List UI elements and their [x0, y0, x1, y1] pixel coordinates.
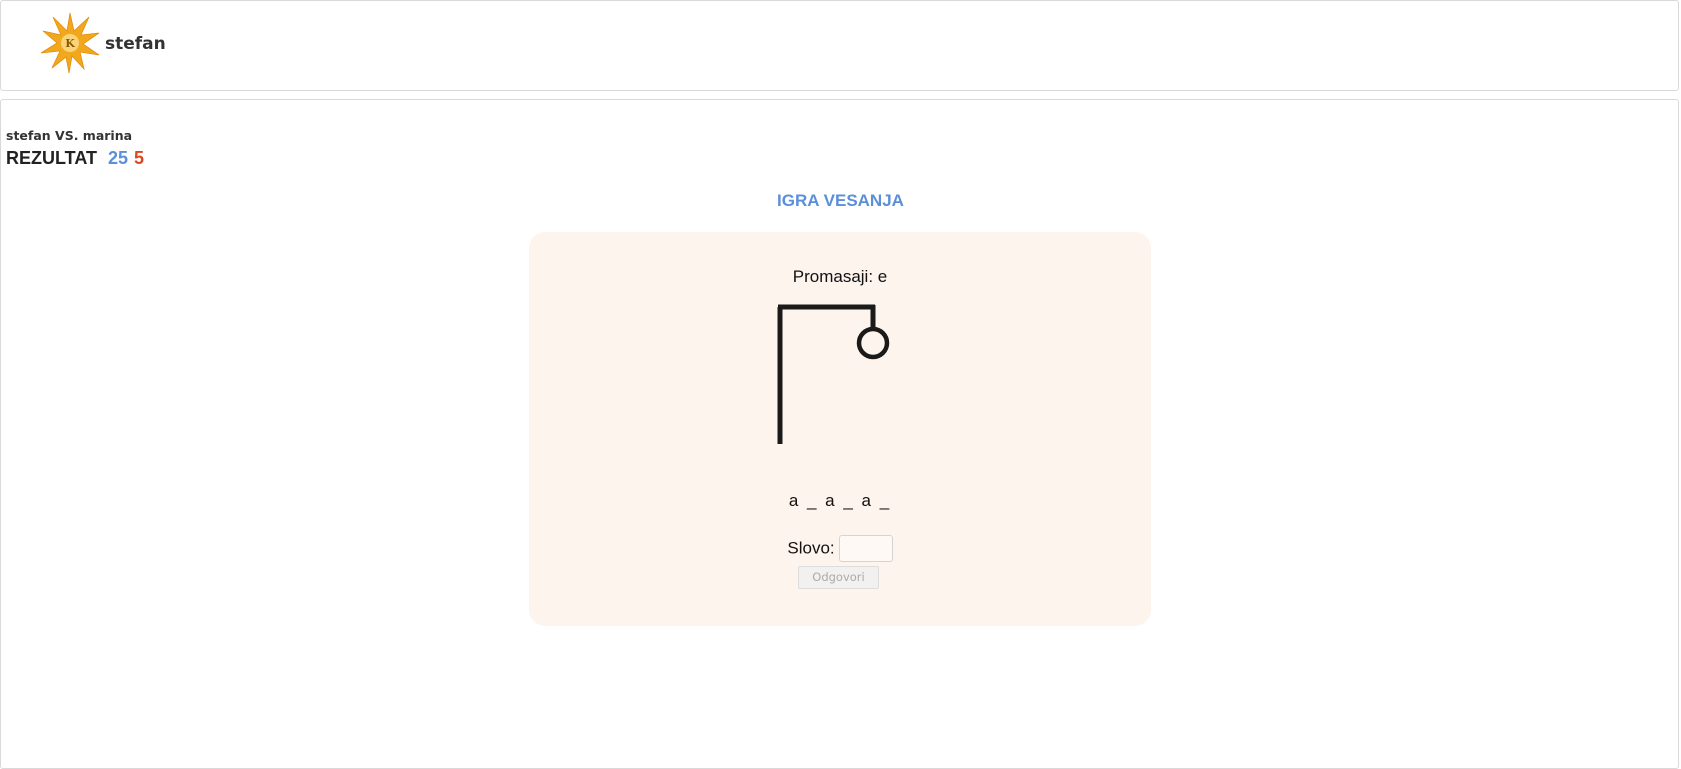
score-player1: 25: [107, 148, 129, 168]
letter-input[interactable]: [838, 535, 893, 562]
hangman-card: Promasaji: e a _ a _ a _ Slovo: Odgovori: [529, 232, 1151, 626]
misses-text: Promasaji: e: [792, 267, 888, 286]
submit-answer-button[interactable]: Odgovori: [798, 566, 879, 589]
top-header: K stefan: [0, 0, 1679, 91]
match-players: stefan VS. marina: [6, 128, 133, 143]
word-pattern: a _ a _ a _: [788, 491, 892, 510]
game-title: IGRA VESANJA: [777, 191, 904, 210]
score-label: REZULTAT: [6, 148, 97, 168]
letter-label: Slovo:: [787, 538, 835, 558]
logo-letter: K: [65, 37, 75, 50]
hangman-drawing: [777, 304, 890, 444]
hangman-head: [856, 326, 890, 360]
letter-input-row: Slovo:: [529, 535, 1151, 562]
score-row: REZULTAT 25 5: [6, 148, 144, 169]
game-panel: stefan VS. marina REZULTAT 25 5 IGRA VESAN…: [0, 99, 1679, 769]
logo-icon[interactable]: K: [39, 11, 101, 75]
header-username[interactable]: stefan: [105, 34, 166, 54]
score-player2: 5: [134, 148, 145, 168]
